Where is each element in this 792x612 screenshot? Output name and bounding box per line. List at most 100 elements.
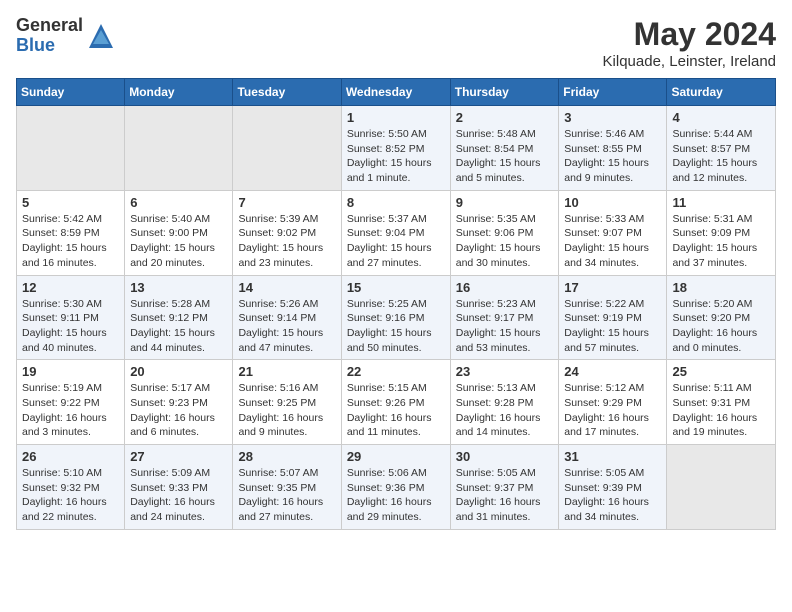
header-saturday: Saturday (667, 79, 776, 106)
calendar-cell (125, 106, 233, 191)
calendar-cell: 19 Sunrise: 5:19 AM Sunset: 9:22 PM Dayli… (17, 360, 125, 445)
day-number: 13 (130, 280, 227, 295)
calendar-cell: 11 Sunrise: 5:31 AM Sunset: 9:09 PM Dayli… (667, 190, 776, 275)
calendar-cell: 15Sunrise: 5:25 AM Sunset: 9:16 PM Dayli… (341, 275, 450, 360)
header-tuesday: Tuesday (233, 79, 341, 106)
day-info: Sunrise: 5:11 AM Sunset: 9:31 PM Dayligh… (672, 381, 770, 440)
day-number: 3 (564, 110, 661, 125)
calendar-cell: 23 Sunrise: 5:13 AM Sunset: 9:28 PM Dayli… (450, 360, 559, 445)
day-number: 4 (672, 110, 770, 125)
logo-text: General Blue (16, 16, 83, 56)
calendar-cell: 20 Sunrise: 5:17 AM Sunset: 9:23 PM Dayli… (125, 360, 233, 445)
calendar-cell: 10 Sunrise: 5:33 AM Sunset: 9:07 PM Dayli… (559, 190, 667, 275)
day-number: 31 (564, 449, 661, 464)
day-info: Sunrise: 5:05 AM Sunset: 9:39 PM Dayligh… (564, 466, 661, 525)
calendar-header-row: SundayMondayTuesdayWednesdayThursdayFrid… (17, 79, 776, 106)
day-number: 24 (564, 364, 661, 379)
calendar-cell: 24 Sunrise: 5:12 AM Sunset: 9:29 PM Dayli… (559, 360, 667, 445)
day-info: Sunrise: 5:10 AM Sunset: 9:32 PM Dayligh… (22, 466, 119, 525)
logo-general: General (16, 16, 83, 36)
page-header: General Blue May 2024 Kilquade, Leinster… (16, 16, 776, 70)
location: Kilquade, Leinster, Ireland (603, 53, 776, 70)
day-info: Sunrise: 5:23 AM Sunset: 9:17 PM Dayligh… (456, 297, 554, 356)
calendar-cell: 30Sunrise: 5:05 AM Sunset: 9:37 PM Dayli… (450, 445, 559, 530)
calendar-cell: 17 Sunrise: 5:22 AM Sunset: 9:19 PM Dayli… (559, 275, 667, 360)
calendar-week-0: 1 Sunrise: 5:50 AM Sunset: 8:52 PM Daylig… (17, 106, 776, 191)
day-number: 27 (130, 449, 227, 464)
day-info: Sunrise: 5:26 AM Sunset: 9:14 PM Dayligh… (238, 297, 335, 356)
day-number: 17 (564, 280, 661, 295)
day-number: 22 (347, 364, 445, 379)
day-number: 19 (22, 364, 119, 379)
day-number: 11 (672, 195, 770, 210)
month-title: May 2024 (603, 16, 776, 53)
calendar-cell: 8 Sunrise: 5:37 AM Sunset: 9:04 PM Daylig… (341, 190, 450, 275)
day-info: Sunrise: 5:48 AM Sunset: 8:54 PM Dayligh… (456, 127, 554, 186)
day-info: Sunrise: 5:06 AM Sunset: 9:36 PM Dayligh… (347, 466, 445, 525)
day-info: Sunrise: 5:12 AM Sunset: 9:29 PM Dayligh… (564, 381, 661, 440)
calendar-week-1: 5Sunrise: 5:42 AM Sunset: 8:59 PM Daylig… (17, 190, 776, 275)
title-block: May 2024 Kilquade, Leinster, Ireland (603, 16, 776, 70)
day-info: Sunrise: 5:19 AM Sunset: 9:22 PM Dayligh… (22, 381, 119, 440)
day-info: Sunrise: 5:44 AM Sunset: 8:57 PM Dayligh… (672, 127, 770, 186)
day-info: Sunrise: 5:17 AM Sunset: 9:23 PM Dayligh… (130, 381, 227, 440)
calendar-cell (667, 445, 776, 530)
calendar-cell: 18 Sunrise: 5:20 AM Sunset: 9:20 PM Dayli… (667, 275, 776, 360)
day-info: Sunrise: 5:13 AM Sunset: 9:28 PM Dayligh… (456, 381, 554, 440)
header-wednesday: Wednesday (341, 79, 450, 106)
day-number: 20 (130, 364, 227, 379)
calendar-cell (233, 106, 341, 191)
calendar-cell: 12 Sunrise: 5:30 AM Sunset: 9:11 PM Dayli… (17, 275, 125, 360)
calendar-cell: 6Sunrise: 5:40 AM Sunset: 9:00 PM Daylig… (125, 190, 233, 275)
day-info: Sunrise: 5:40 AM Sunset: 9:00 PM Dayligh… (130, 212, 227, 271)
calendar-cell: 21 Sunrise: 5:16 AM Sunset: 9:25 PM Dayli… (233, 360, 341, 445)
day-info: Sunrise: 5:20 AM Sunset: 9:20 PM Dayligh… (672, 297, 770, 356)
calendar-cell: 7Sunrise: 5:39 AM Sunset: 9:02 PM Daylig… (233, 190, 341, 275)
calendar-cell: 31 Sunrise: 5:05 AM Sunset: 9:39 PM Dayli… (559, 445, 667, 530)
day-info: Sunrise: 5:50 AM Sunset: 8:52 PM Dayligh… (347, 127, 445, 186)
day-number: 21 (238, 364, 335, 379)
day-info: Sunrise: 5:15 AM Sunset: 9:26 PM Dayligh… (347, 381, 445, 440)
calendar-cell: 13 Sunrise: 5:28 AM Sunset: 9:12 PM Dayli… (125, 275, 233, 360)
day-number: 28 (238, 449, 335, 464)
day-info: Sunrise: 5:42 AM Sunset: 8:59 PM Dayligh… (22, 212, 119, 271)
day-info: Sunrise: 5:33 AM Sunset: 9:07 PM Dayligh… (564, 212, 661, 271)
calendar-cell: 29 Sunrise: 5:06 AM Sunset: 9:36 PM Dayli… (341, 445, 450, 530)
day-info: Sunrise: 5:22 AM Sunset: 9:19 PM Dayligh… (564, 297, 661, 356)
header-sunday: Sunday (17, 79, 125, 106)
day-info: Sunrise: 5:30 AM Sunset: 9:11 PM Dayligh… (22, 297, 119, 356)
calendar-cell: 14 Sunrise: 5:26 AM Sunset: 9:14 PM Dayli… (233, 275, 341, 360)
day-number: 12 (22, 280, 119, 295)
day-number: 1 (347, 110, 445, 125)
day-info: Sunrise: 5:09 AM Sunset: 9:33 PM Dayligh… (130, 466, 227, 525)
day-number: 10 (564, 195, 661, 210)
calendar-week-2: 12 Sunrise: 5:30 AM Sunset: 9:11 PM Dayli… (17, 275, 776, 360)
calendar-week-3: 19 Sunrise: 5:19 AM Sunset: 9:22 PM Dayli… (17, 360, 776, 445)
day-number: 14 (238, 280, 335, 295)
day-info: Sunrise: 5:07 AM Sunset: 9:35 PM Dayligh… (238, 466, 335, 525)
day-number: 26 (22, 449, 119, 464)
logo-blue: Blue (16, 36, 83, 56)
day-info: Sunrise: 5:28 AM Sunset: 9:12 PM Dayligh… (130, 297, 227, 356)
day-info: Sunrise: 5:37 AM Sunset: 9:04 PM Dayligh… (347, 212, 445, 271)
logo-icon (87, 22, 115, 50)
calendar-cell: 28 Sunrise: 5:07 AM Sunset: 9:35 PM Dayli… (233, 445, 341, 530)
calendar-cell: 26 Sunrise: 5:10 AM Sunset: 9:32 PM Dayli… (17, 445, 125, 530)
calendar-cell: 9Sunrise: 5:35 AM Sunset: 9:06 PM Daylig… (450, 190, 559, 275)
day-number: 9 (456, 195, 554, 210)
calendar-cell: 1 Sunrise: 5:50 AM Sunset: 8:52 PM Daylig… (341, 106, 450, 191)
calendar-week-4: 26 Sunrise: 5:10 AM Sunset: 9:32 PM Dayli… (17, 445, 776, 530)
day-info: Sunrise: 5:46 AM Sunset: 8:55 PM Dayligh… (564, 127, 661, 186)
header-thursday: Thursday (450, 79, 559, 106)
day-number: 18 (672, 280, 770, 295)
calendar-cell: 22 Sunrise: 5:15 AM Sunset: 9:26 PM Dayli… (341, 360, 450, 445)
day-number: 23 (456, 364, 554, 379)
day-number: 29 (347, 449, 445, 464)
day-number: 25 (672, 364, 770, 379)
calendar-cell: 27 Sunrise: 5:09 AM Sunset: 9:33 PM Dayli… (125, 445, 233, 530)
day-info: Sunrise: 5:16 AM Sunset: 9:25 PM Dayligh… (238, 381, 335, 440)
day-info: Sunrise: 5:31 AM Sunset: 9:09 PM Dayligh… (672, 212, 770, 271)
calendar-cell: 5Sunrise: 5:42 AM Sunset: 8:59 PM Daylig… (17, 190, 125, 275)
day-info: Sunrise: 5:25 AM Sunset: 9:16 PM Dayligh… (347, 297, 445, 356)
day-number: 8 (347, 195, 445, 210)
